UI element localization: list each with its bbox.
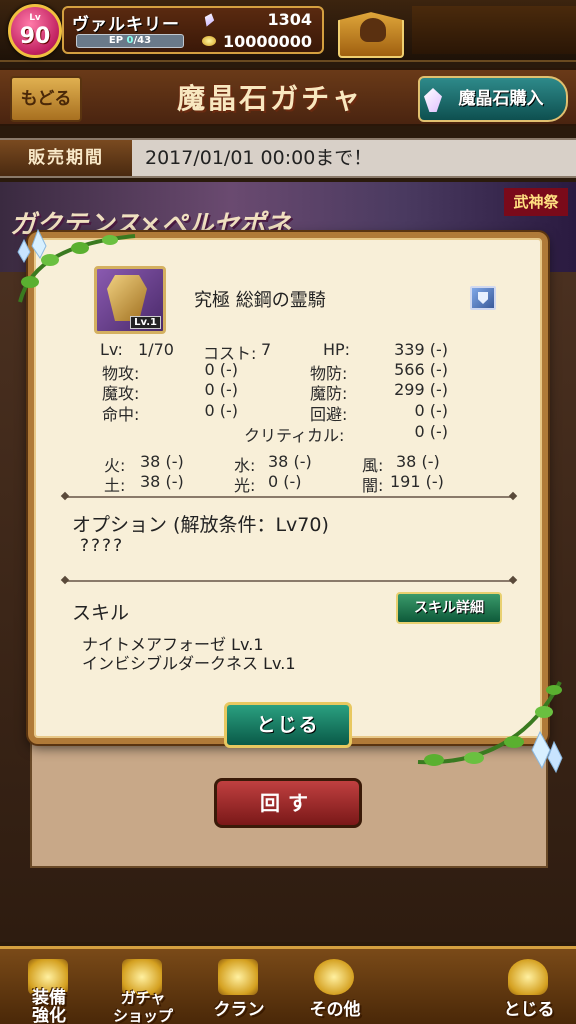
item-thumbnail: Lv.1 [94,266,166,334]
vine-decoration-icon [417,681,563,774]
close-dialog-button[interactable]: とじる [224,702,352,748]
stat-patk-value: 0 (-) [204,360,238,379]
stat-mdef-value: 299 (-) [394,380,448,399]
ep-label: EP [108,35,124,46]
friends-book-button[interactable] [338,12,404,58]
element-wind-value: 38 (-) [396,452,440,471]
item-name: 究極 総鋼の霊騎 [194,290,326,311]
option-value: ???? [80,536,125,556]
gear-icon [314,959,354,995]
sale-period-value: 2017/01/01 00:00まで！ [145,147,373,169]
gem-icon [202,12,216,29]
element-earth-value: 38 (-) [140,472,184,491]
stat-lv-label: Lv: [100,340,123,359]
page-header: もどる 魔晶石ガチャ 魔晶石購入 [0,68,576,126]
element-dark-value: 191 (-) [390,472,444,491]
element-water-value: 38 (-) [268,452,312,471]
sale-period: 販売期間 2017/01/01 00:00まで！ [0,138,576,178]
nav-clan[interactable]: クラン [194,953,284,1024]
status-bar: Lv 90 ヴァルキリー EP 0/43 1304 10000000 [0,0,576,62]
divider [66,580,512,582]
friends-icon [360,18,386,42]
element-earth-label: 土: [104,476,126,495]
back-button[interactable]: もどる [10,76,82,122]
skill-title: スキル [72,602,130,624]
stat-eva-value: 0 (-) [414,401,448,420]
item-thumb-level: Lv.1 [130,316,161,329]
coin-icon [202,36,216,46]
bottom-nav: 装備 強化 ガチャ ショップ クラン その他 とじる [0,946,576,1024]
level-badge: Lv 90 [8,4,62,58]
ep-bar: EP 0/43 [76,34,184,48]
sale-period-label: 販売期間 [0,140,132,176]
stat-pdef-value: 566 (-) [394,360,448,379]
nav-gacha-shop[interactable]: ガチャ ショップ [98,953,188,1024]
clan-icon [218,959,258,995]
coin-count: 10000000 [222,32,312,51]
level-tag: Lv [29,13,41,23]
player-panel: ヴァルキリー EP 0/43 1304 10000000 [62,6,324,54]
level-number: 90 [19,24,51,49]
stat-hp-value: 339 (-) [394,340,448,359]
skill-detail-button[interactable]: スキル詳細 [396,592,502,624]
nav-close-label: とじる [503,1000,555,1020]
gem-count: 1304 [267,10,312,29]
ep-max: /43 [133,35,152,46]
nav-other-label: その他 [309,1000,361,1020]
crystal-icon [424,88,442,112]
stat-lv-value: 1/70 [138,340,174,359]
topbar-filler [412,6,576,54]
nav-other[interactable]: その他 [290,953,380,1024]
divider [66,496,512,498]
stat-hp-label: HP: [323,340,351,359]
stat-cost-value: 7 [261,340,272,359]
stat-matk-value: 0 (-) [204,380,238,399]
armor-type-icon [470,286,496,310]
stat-crit-label: クリティカル: [244,426,345,445]
element-light-label: 光: [234,476,256,495]
player-name: ヴァルキリー [72,15,180,35]
nav-gacha-shop-label: ガチャ ショップ [112,989,173,1024]
buy-crystal-label: 魔晶石購入 [458,89,544,109]
item-art [107,275,147,321]
close-bag-icon [508,959,548,995]
element-light-value: 0 (-) [268,472,302,491]
stat-hit-label: 命中: [102,405,140,424]
stat-hit-value: 0 (-) [204,401,238,420]
spin-button[interactable]: 回す [214,778,362,828]
nav-clan-label: クラン [213,1000,265,1020]
buy-crystal-button[interactable]: 魔晶石購入 [418,76,568,122]
page-title: 魔晶石ガチャ [177,82,363,115]
element-fire-value: 38 (-) [140,452,184,471]
ep-value: 0 [126,35,134,46]
banner-tag: 武神祭 [504,188,568,216]
element-dark-label: 闇: [362,476,384,495]
nav-close[interactable]: とじる [484,953,574,1024]
skill-item: インビシブルダークネス Lv.1 [82,654,296,673]
nav-equip-label: 装備 強化 [32,988,66,1024]
nav-equip[interactable]: 装備 強化 [4,953,94,1024]
stat-crit-value: 0 (-) [414,422,448,441]
option-title: オプション (解放条件：Lv70) [72,514,329,536]
